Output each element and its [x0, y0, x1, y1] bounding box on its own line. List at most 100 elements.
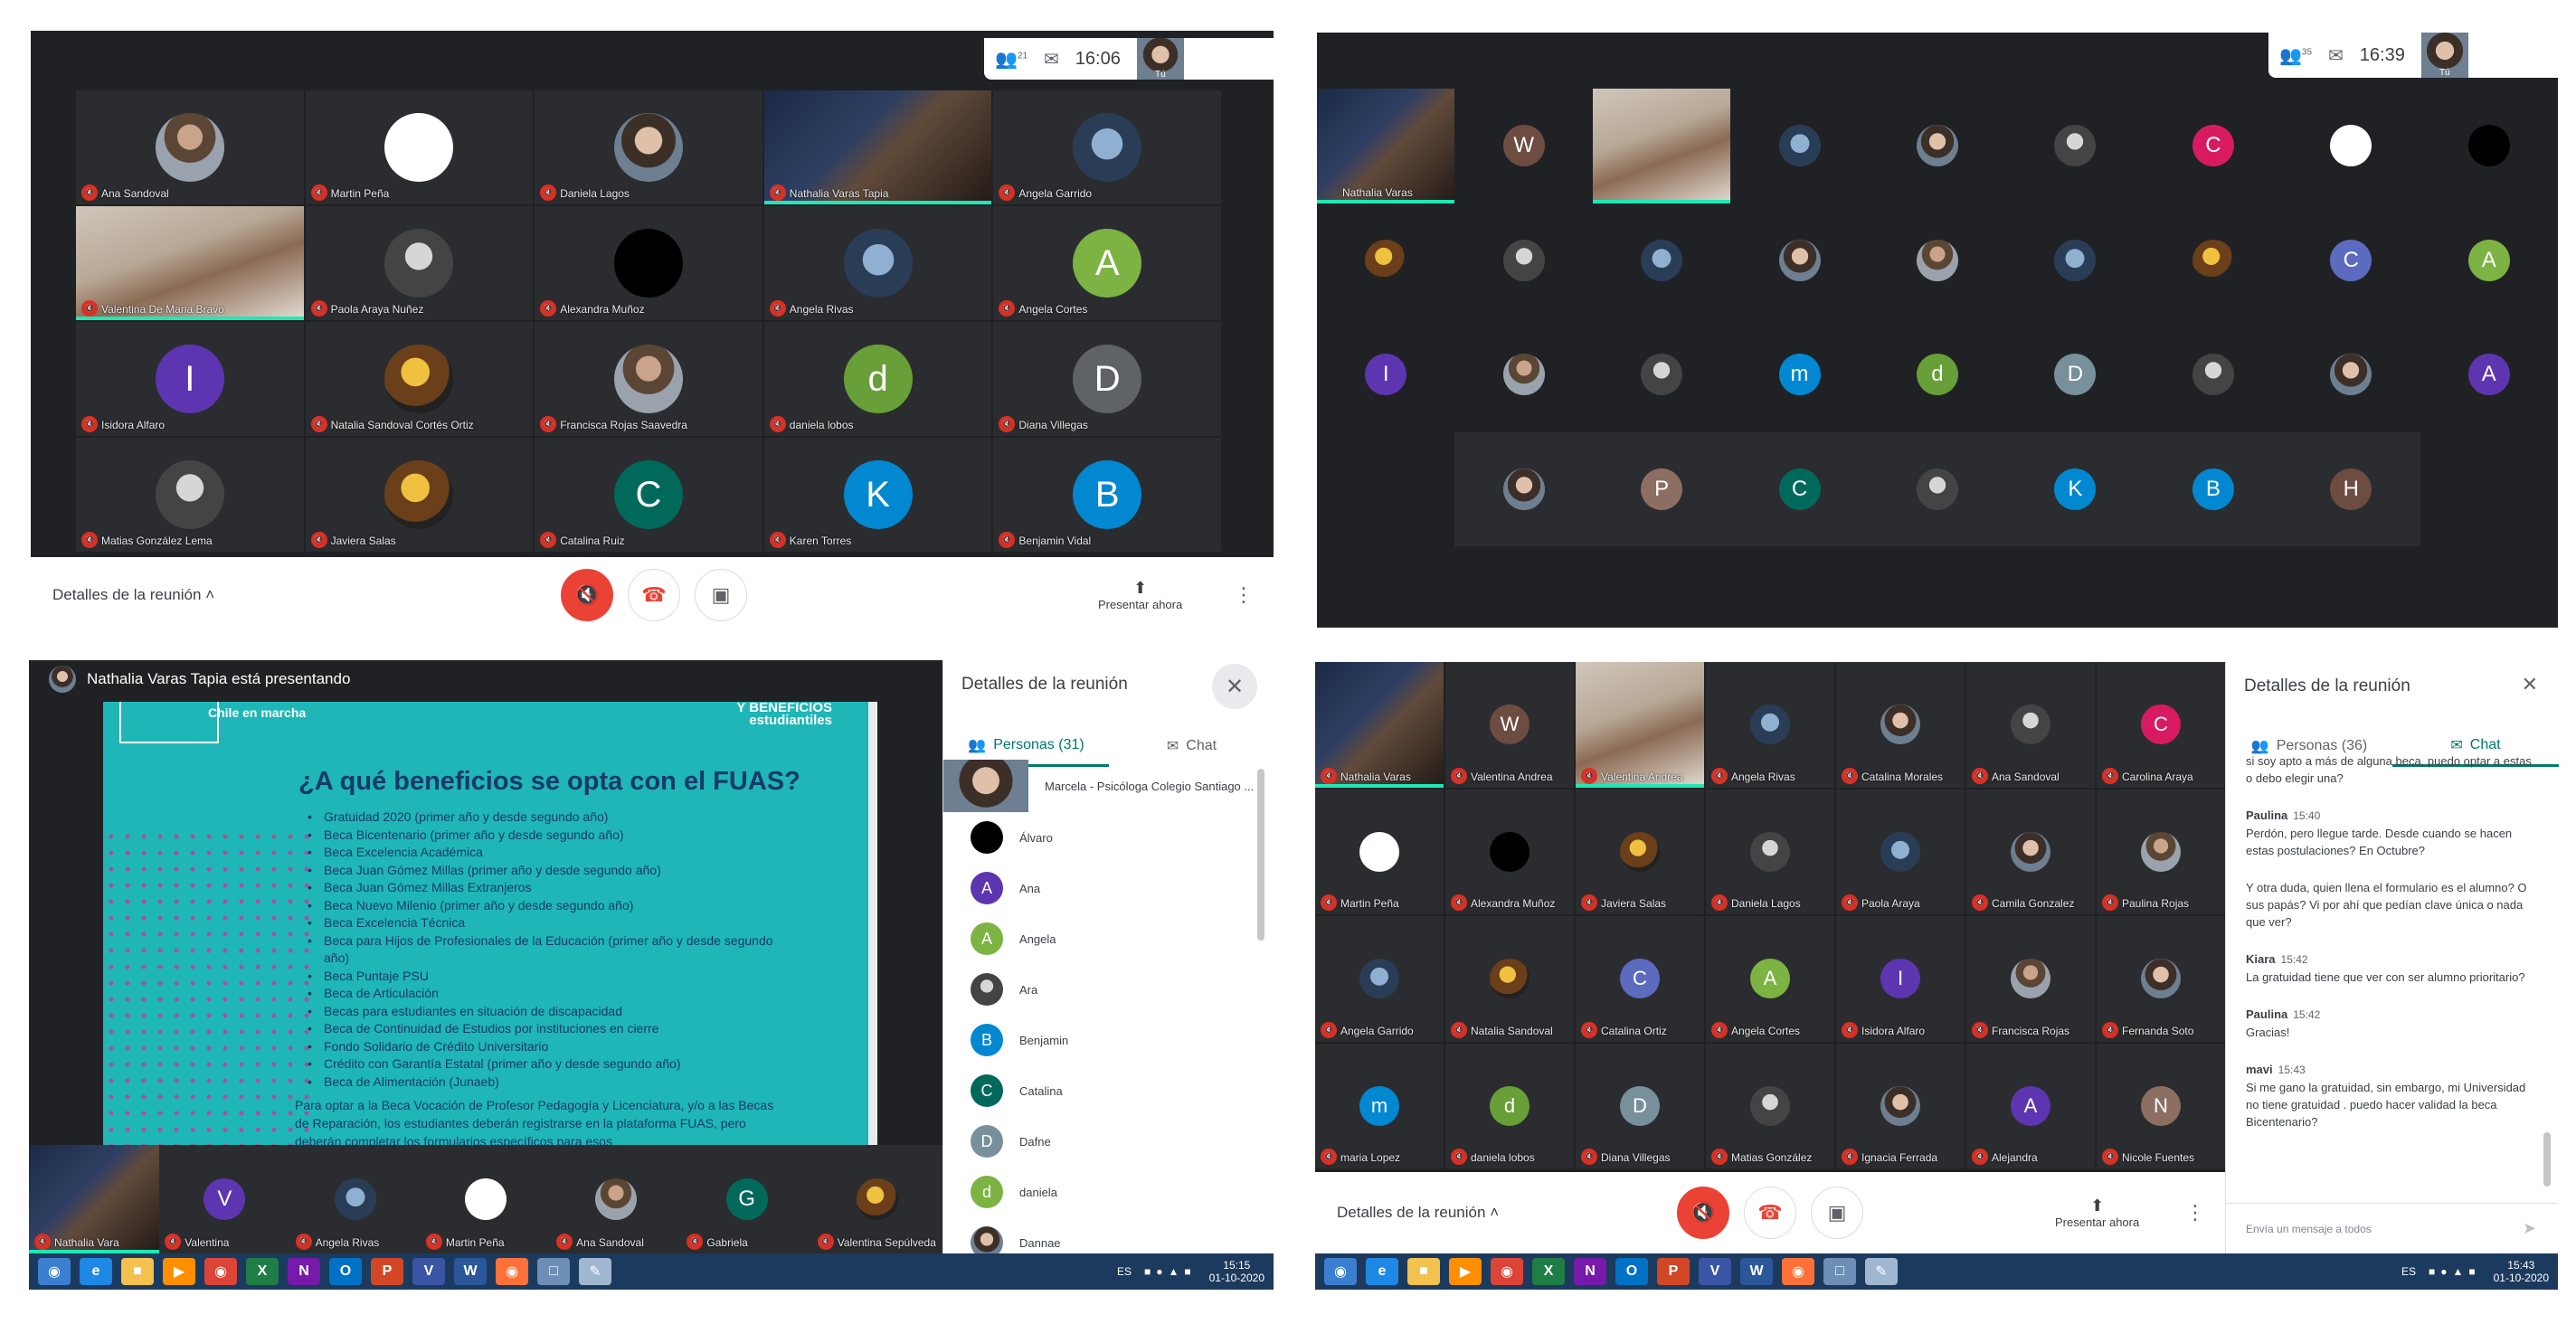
participant-tile[interactable]: [2282, 89, 2420, 203]
ie-icon[interactable]: e: [1366, 1258, 1398, 1285]
participant-tile[interactable]: [1592, 203, 1731, 317]
participant-tile[interactable]: 🔇 Ana Sandoval: [76, 90, 304, 204]
participant-tile[interactable]: 🔇 Alexandra Muñoz: [1445, 789, 1574, 914]
participant-tile[interactable]: A: [2420, 317, 2558, 432]
people-list-item[interactable]: d daniela: [943, 1167, 1274, 1217]
hangup-button[interactable]: ☎: [628, 569, 680, 621]
participant-tile[interactable]: 🔇 Martin Peña: [305, 90, 534, 204]
participant-tile[interactable]: H: [2282, 431, 2420, 546]
outlook-icon[interactable]: O: [329, 1258, 362, 1285]
powerpoint-icon[interactable]: P: [371, 1258, 403, 1285]
powerpoint-icon[interactable]: P: [1657, 1258, 1690, 1285]
chat-scrollbar[interactable]: [2543, 1132, 2551, 1187]
window-icon[interactable]: □: [1823, 1258, 1856, 1285]
excel-icon[interactable]: X: [1532, 1258, 1565, 1285]
tray-icons[interactable]: ■●▲■: [2429, 1265, 2481, 1278]
participant-tile[interactable]: d: [1868, 317, 2007, 432]
chat-icon[interactable]: ✉: [1044, 48, 1059, 71]
participant-tile[interactable]: 🔇 Nathalia Vara: [29, 1145, 160, 1253]
participant-tile[interactable]: 🔇 Nathalia Varas: [1315, 662, 1444, 788]
participant-tile[interactable]: [2144, 317, 2283, 432]
participant-tile[interactable]: 🔇 Javiera Salas: [1576, 789, 1704, 914]
participant-tile[interactable]: G 🔇 Gabriela: [681, 1145, 812, 1253]
present-now-button[interactable]: ⬆ Presentar ahora: [2055, 1196, 2139, 1229]
present-now-button[interactable]: ⬆ Presentar ahora: [1098, 579, 1182, 611]
participant-tile[interactable]: 🔇 Martin Peña: [1315, 789, 1444, 914]
participant-tile[interactable]: B: [2144, 431, 2283, 546]
participant-tile[interactable]: [2420, 89, 2558, 203]
excel-icon[interactable]: X: [246, 1258, 279, 1285]
participant-tile[interactable]: I 🔇 Isidora Alfaro: [76, 322, 304, 436]
tray-icons[interactable]: ■●▲■: [1144, 1265, 1197, 1278]
participant-tile[interactable]: [1730, 89, 1869, 203]
participant-tile[interactable]: [2006, 89, 2145, 203]
participant-tile[interactable]: 🔇 Paola Araya: [1836, 789, 1965, 914]
chrome-icon[interactable]: ◉: [204, 1258, 237, 1285]
participant-tile[interactable]: P: [1592, 431, 1731, 546]
people-list-item[interactable]: Álvaro: [943, 812, 1274, 863]
participant-tile[interactable]: [1454, 431, 1593, 546]
people-list-item[interactable]: A Ana: [943, 863, 1274, 913]
participant-tile[interactable]: 🔇 Alexandra Muñoz: [535, 206, 762, 320]
participant-tile[interactable]: [1730, 203, 1869, 317]
hangup-button[interactable]: ☎: [1744, 1187, 1796, 1239]
participant-tile[interactable]: [1454, 203, 1593, 317]
participant-tile[interactable]: C: [2144, 89, 2283, 203]
participant-tile[interactable]: [1868, 89, 2007, 203]
participant-tile[interactable]: K: [2006, 431, 2145, 546]
media-icon[interactable]: ▶: [1449, 1258, 1482, 1285]
send-icon[interactable]: ➤: [2523, 1219, 2536, 1238]
onenote-icon[interactable]: N: [1574, 1258, 1606, 1285]
participant-tile[interactable]: 🔇 Valentina Andrea: [1576, 662, 1704, 788]
participant-tile[interactable]: I 🔇 Isidora Alfaro: [1836, 916, 1965, 1042]
participant-tile[interactable]: D 🔇 Diana Villegas: [993, 322, 1221, 436]
close-icon[interactable]: ✕: [1212, 664, 1257, 709]
participant-tile[interactable]: K 🔇 Karen Torres: [763, 438, 992, 552]
participant-tile[interactable]: 🔇 Martin Peña: [420, 1145, 552, 1253]
start-button-icon[interactable]: ◉: [1324, 1258, 1357, 1285]
start-button-icon[interactable]: ◉: [38, 1258, 71, 1285]
participant-tile[interactable]: 🔇 Nathalia Varas Tapia: [763, 90, 992, 204]
clock[interactable]: 15:43 01-10-2020: [2494, 1259, 2549, 1284]
people-list-item[interactable]: B Benjamin: [943, 1015, 1274, 1065]
participant-tile[interactable]: [1454, 317, 1593, 432]
participant-tile[interactable]: 🔇 Matias González: [1706, 1043, 1834, 1168]
participant-tile[interactable]: 🔇 Natalia Sandoval Cortés Ortiz: [305, 322, 534, 436]
participant-tile[interactable]: Nathalia Varas: [1317, 89, 1455, 203]
meeting-details-link[interactable]: Detalles de la reunión ˄: [1337, 1204, 1499, 1222]
paint-icon[interactable]: ✎: [579, 1258, 611, 1285]
language-indicator[interactable]: ES: [1117, 1265, 1132, 1278]
mic-off-button[interactable]: 🔇: [1677, 1187, 1729, 1239]
participant-tile[interactable]: 🔇 Angela Rivas: [1706, 662, 1834, 788]
folder-icon[interactable]: ■: [1407, 1258, 1440, 1285]
participant-tile[interactable]: 🔇 Catalina Morales: [1836, 662, 1965, 788]
visio-icon[interactable]: V: [1699, 1258, 1731, 1285]
people-list-item[interactable]: D Dafne: [943, 1116, 1274, 1167]
participant-tile[interactable]: 🔇 Angela Rivas: [763, 206, 992, 320]
folder-icon[interactable]: ■: [121, 1258, 154, 1285]
participant-tile[interactable]: C: [1730, 431, 1869, 546]
participant-tile[interactable]: [2006, 203, 2145, 317]
participant-tile[interactable]: [2144, 203, 2283, 317]
participant-tile[interactable]: A 🔇 Angela Cortes: [1706, 916, 1834, 1042]
participant-tile[interactable]: 🔇 Francisca Rojas: [1966, 916, 2095, 1042]
participant-tile[interactable]: 🔇 Angela Garrido: [1315, 916, 1444, 1042]
people-list-item[interactable]: C Catalina: [943, 1065, 1274, 1116]
participant-tile[interactable]: [2282, 317, 2420, 432]
participant-tile[interactable]: 🔇 Ignacia Ferrada: [1836, 1043, 1965, 1168]
participant-tile[interactable]: 🔇 Ana Sandoval: [551, 1145, 682, 1253]
participant-tile[interactable]: D: [2006, 317, 2145, 432]
window-icon[interactable]: □: [537, 1258, 570, 1285]
participant-tile[interactable]: I: [1317, 317, 1455, 432]
slide-scrollbar[interactable]: [868, 702, 877, 1172]
people-list-item[interactable]: A Angela: [943, 913, 1274, 964]
participant-tile[interactable]: [1317, 203, 1455, 317]
participant-tile[interactable]: 🔇 Natalia Sandoval: [1445, 916, 1574, 1042]
participant-tile[interactable]: C: [2282, 203, 2420, 317]
people-list-item[interactable]: Marcela - Psicóloga Colegio Santiago ...: [943, 760, 1274, 812]
people-list-item[interactable]: Ara: [943, 964, 1274, 1015]
participant-tile[interactable]: 🔇 Valentina De Maria Bravo: [76, 206, 304, 320]
visio-icon[interactable]: V: [412, 1258, 445, 1285]
participant-tile[interactable]: A 🔇 Alejandra: [1966, 1043, 2095, 1168]
clock[interactable]: 15:15 01-10-2020: [1209, 1259, 1264, 1284]
